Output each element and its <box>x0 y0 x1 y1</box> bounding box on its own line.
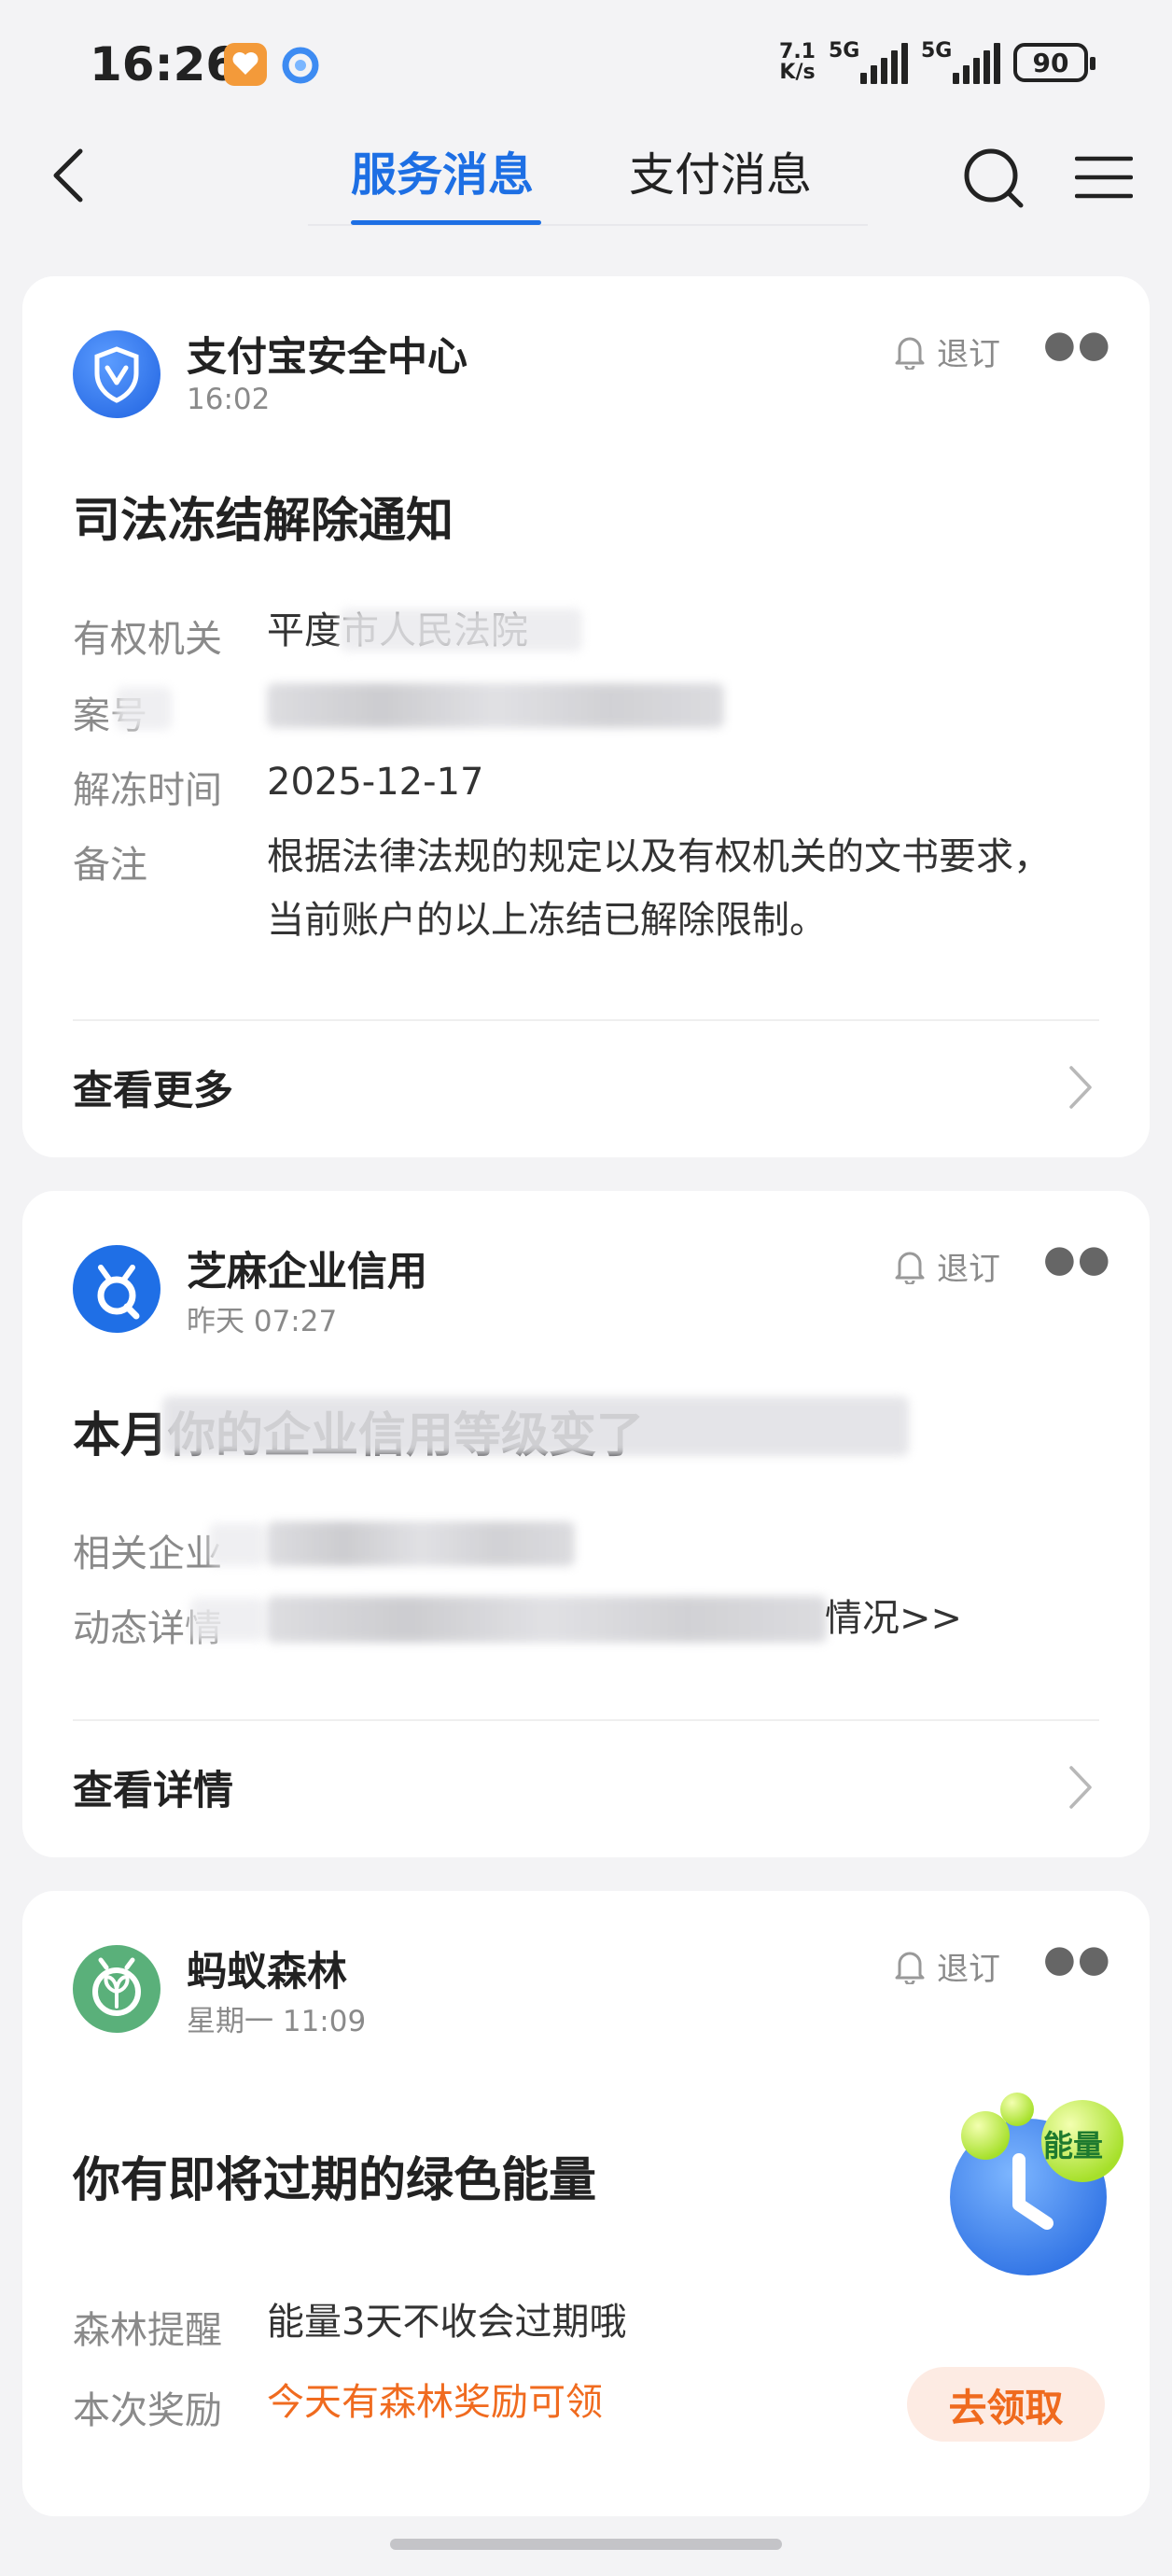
bell-icon <box>895 337 925 370</box>
bell-icon <box>895 1952 925 1984</box>
sesame-credit-icon <box>73 1245 160 1333</box>
tab-payment-messages[interactable]: 支付消息 <box>629 138 812 204</box>
browser-app-icon <box>280 45 321 86</box>
divider <box>73 1019 1099 1021</box>
unsubscribe-label: 退订 <box>937 1951 1000 1988</box>
redacted-blur <box>209 1523 265 1566</box>
message-title: 司法冻结解除通知 <box>73 494 454 549</box>
net-speed-unit: K/s <box>779 61 816 84</box>
field-label: 有权机关 <box>73 618 222 661</box>
field-value: 2025-12-17 <box>267 761 484 804</box>
chevron-right-icon[interactable] <box>1066 1064 1094 1111</box>
tab-indicator <box>351 220 541 225</box>
net-speed: 7.1 K/s <box>779 42 816 83</box>
unsubscribe-button[interactable]: 退订 <box>894 329 1000 374</box>
energy-clock-icon: 能量 <box>909 2074 1133 2298</box>
signal-label-2: 5G <box>921 39 953 63</box>
message-time: 昨天 07:27 <box>187 1305 338 1338</box>
redacted-company <box>267 1521 575 1566</box>
field-value[interactable]: 情况>> <box>825 1587 962 1650</box>
field-label: 本次奖励 <box>73 2389 222 2432</box>
status-time: 16:26 <box>90 37 239 91</box>
more-options-icon[interactable]: ●● <box>1043 1938 1112 1981</box>
field-value: 根据法律法规的规定以及有权机关的文书要求，当前账户的以上冻结已解除限制。 <box>267 835 1051 942</box>
unsubscribe-button[interactable]: 退订 <box>894 1243 1000 1289</box>
shield-v-icon <box>73 330 160 418</box>
field-label: 相关企业 <box>73 1533 222 1575</box>
field-label: 森林提醒 <box>73 2309 222 2352</box>
divider <box>73 1719 1099 1721</box>
redacted-blur <box>190 1598 265 1641</box>
redacted-detail <box>267 1596 827 1643</box>
bell-icon <box>895 1252 925 1284</box>
message-time: 16:02 <box>187 383 271 416</box>
field-value: 能量3天不收会过期哦 <box>267 2301 627 2344</box>
redacted-blur <box>340 609 582 651</box>
signal-label: 5G <box>829 39 860 63</box>
redacted-case-number <box>267 683 724 728</box>
energy-badge: 能量 <box>1043 2128 1104 2163</box>
message-time: 星期一 11:09 <box>187 2005 367 2038</box>
home-indicator[interactable] <box>390 2539 782 2550</box>
more-options-icon[interactable]: ●● <box>1043 323 1112 366</box>
unsubscribe-button[interactable]: 退订 <box>894 1943 1000 1989</box>
message-card-forest: 蚂蚁森林 星期一 11:09 退订 ●● 你有即将过期的绿色能量 能量 森林提醒… <box>22 1891 1150 2516</box>
message-title: 你有即将过期的绿色能量 <box>73 2153 597 2208</box>
field-label: 备注 <box>73 844 147 887</box>
view-details-link[interactable]: 查看详情 <box>73 1758 233 1816</box>
signal-icon: 5G <box>829 39 908 84</box>
message-source: 支付宝安全中心 <box>187 334 467 381</box>
field-label: 解冻时间 <box>73 769 222 812</box>
unsubscribe-label: 退订 <box>937 336 1000 373</box>
notification-app-icon <box>224 43 267 86</box>
net-speed-value: 7.1 <box>779 40 816 63</box>
redacted-blur <box>116 687 172 730</box>
battery-icon: 90 <box>1013 43 1095 82</box>
view-more-link[interactable]: 查看更多 <box>73 1058 233 1116</box>
reward-value: 今天有森林奖励可领 <box>267 2381 603 2424</box>
sprout-icon <box>73 1945 160 2033</box>
message-source: 蚂蚁森林 <box>187 1949 347 1995</box>
status-right: 7.1 K/s 5G 5G 90 <box>779 39 1095 84</box>
back-icon[interactable] <box>47 147 93 203</box>
search-icon[interactable] <box>961 146 1026 211</box>
message-card-credit: 芝麻企业信用 昨天 07:27 退订 ●● 本月你的企业信用等级变了 相关企业 … <box>22 1191 1150 1857</box>
signal-icon-2: 5G <box>921 39 1000 84</box>
claim-button[interactable]: 去领取 <box>907 2367 1105 2442</box>
menu-icon[interactable] <box>1074 155 1134 200</box>
message-source: 芝麻企业信用 <box>187 1249 427 1295</box>
unsubscribe-label: 退订 <box>937 1251 1000 1288</box>
chevron-right-icon[interactable] <box>1066 1764 1094 1811</box>
tab-service-messages[interactable]: 服务消息 <box>351 138 534 204</box>
battery-level: 90 <box>1032 47 1069 78</box>
more-options-icon[interactable]: ●● <box>1043 1238 1112 1281</box>
message-card-security: 支付宝安全中心 16:02 退订 ●● 司法冻结解除通知 有权机关 平度市人民法… <box>22 276 1150 1157</box>
redacted-blur <box>162 1396 909 1456</box>
